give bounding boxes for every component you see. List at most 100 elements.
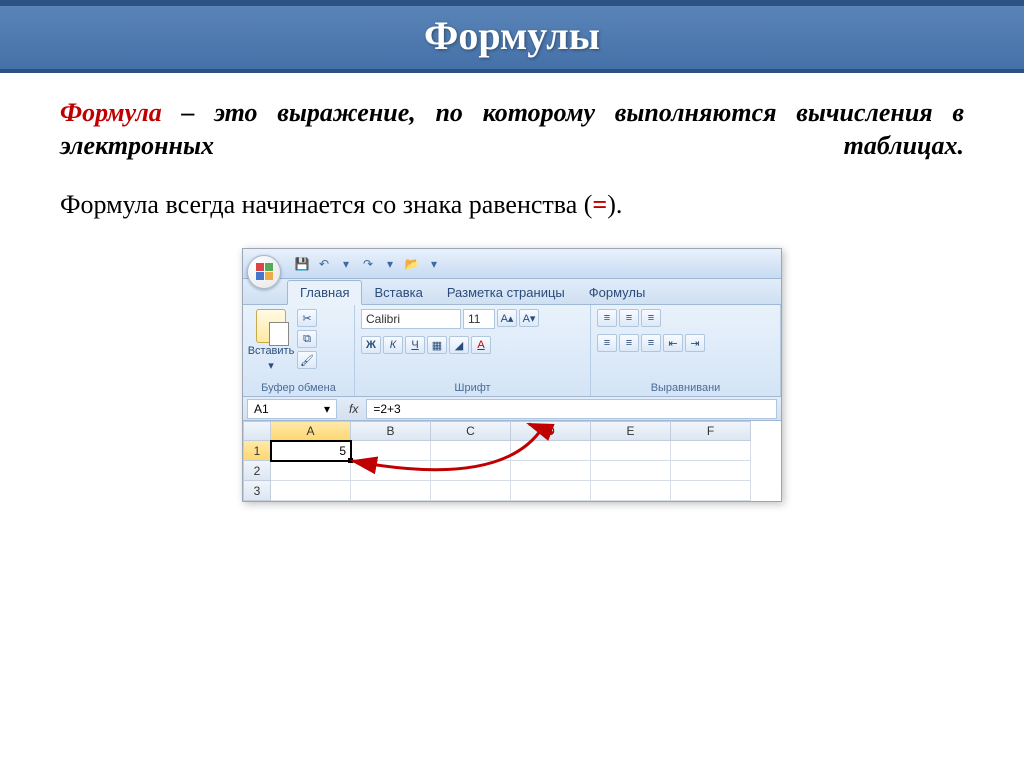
cell[interactable] <box>351 441 431 461</box>
cell[interactable] <box>271 481 351 501</box>
copy-button[interactable]: ⧉ <box>297 330 317 348</box>
undo-icon[interactable]: ↶ <box>315 255 333 273</box>
ribbon: Вставить ▾ ✂ ⧉ 🖌 Буфер обмена <box>243 305 781 397</box>
column-headers: A B C D E F <box>243 421 781 441</box>
bold-button[interactable]: Ж <box>361 336 381 354</box>
name-box-value: A1 <box>254 402 269 416</box>
row-2: 2 <box>243 461 781 481</box>
paste-label: Вставить <box>248 345 295 357</box>
office-button[interactable] <box>247 255 281 289</box>
col-header-c[interactable]: C <box>431 421 511 441</box>
cell-a1[interactable]: 5 <box>271 441 351 461</box>
scissors-icon: ✂ <box>302 312 311 325</box>
cell[interactable] <box>271 461 351 481</box>
tab-layout[interactable]: Разметка страницы <box>435 281 577 304</box>
alignment-group-label: Выравнивани <box>597 380 774 394</box>
increase-indent-button[interactable]: ⇥ <box>685 334 705 352</box>
col-header-e[interactable]: E <box>591 421 671 441</box>
tab-insert[interactable]: Вставка <box>362 281 434 304</box>
redo-dd-icon[interactable]: ▾ <box>381 255 399 273</box>
row-1: 1 5 <box>243 441 781 461</box>
font-size-box[interactable]: 11 <box>463 309 495 329</box>
row-header-2[interactable]: 2 <box>243 461 271 481</box>
font-color-button[interactable]: A <box>471 336 491 354</box>
name-box[interactable]: A1 ▾ <box>247 399 337 419</box>
col-header-a[interactable]: A <box>271 421 351 441</box>
office-logo-icon <box>256 263 273 280</box>
brush-icon: 🖌 <box>300 354 314 367</box>
chevron-down-icon: ▾ <box>268 359 274 372</box>
ribbon-tabs: Главная Вставка Разметка страницы Формул… <box>243 279 781 305</box>
align-middle-button[interactable]: ≡ <box>619 309 639 327</box>
cell[interactable] <box>431 481 511 501</box>
shrink-font-button[interactable]: A▾ <box>519 309 539 327</box>
clipboard-group-label: Буфер обмена <box>249 380 348 394</box>
cell[interactable] <box>351 461 431 481</box>
border-icon: ▦ <box>432 339 442 352</box>
quick-access-toolbar: 💾 ↶ ▾ ↷ ▾ 📂 ▾ <box>293 255 443 273</box>
chevron-down-icon: ▾ <box>324 402 330 416</box>
cell[interactable] <box>431 461 511 481</box>
qat-customize-icon[interactable]: ▾ <box>425 255 443 273</box>
tab-formulas[interactable]: Формулы <box>577 281 658 304</box>
tab-home[interactable]: Главная <box>287 280 362 305</box>
open-icon[interactable]: 📂 <box>403 255 421 273</box>
cell[interactable] <box>591 461 671 481</box>
align-top-button[interactable]: ≡ <box>597 309 617 327</box>
group-font: Calibri 11 A▴ A▾ Ж К Ч ▦ ◢ A <box>355 305 591 396</box>
col-header-d[interactable]: D <box>511 421 591 441</box>
paste-icon <box>256 309 286 343</box>
subline-after: ). <box>607 190 622 219</box>
cell[interactable] <box>511 461 591 481</box>
definition-rest: – это выражение, по которому выполняются… <box>60 98 964 160</box>
formula-bar: A1 ▾ fx =2+3 <box>243 397 781 421</box>
row-3: 3 <box>243 481 781 501</box>
borders-button[interactable]: ▦ <box>427 336 447 354</box>
excel-window: 💾 ↶ ▾ ↷ ▾ 📂 ▾ Главная Вставка Разметка с… <box>242 248 782 502</box>
cell[interactable] <box>431 441 511 461</box>
font-name-box[interactable]: Calibri <box>361 309 461 329</box>
titlebar: 💾 ↶ ▾ ↷ ▾ 📂 ▾ <box>243 249 781 279</box>
align-left-button[interactable]: ≡ <box>597 334 617 352</box>
undo-dd-icon[interactable]: ▾ <box>337 255 355 273</box>
align-right-button[interactable]: ≡ <box>641 334 661 352</box>
format-painter-button[interactable]: 🖌 <box>297 351 317 369</box>
select-all-corner[interactable] <box>243 421 271 441</box>
grow-font-button[interactable]: A▴ <box>497 309 517 327</box>
spreadsheet-grid[interactable]: A B C D E F 1 5 2 <box>243 421 781 501</box>
align-bottom-button[interactable]: ≡ <box>641 309 661 327</box>
col-header-f[interactable]: F <box>671 421 751 441</box>
paste-button[interactable]: Вставить ▾ <box>249 309 293 372</box>
slide-title: Формулы <box>0 0 1024 73</box>
group-clipboard: Вставить ▾ ✂ ⧉ 🖌 Буфер обмена <box>243 305 355 396</box>
row-header-3[interactable]: 3 <box>243 481 271 501</box>
decrease-indent-button[interactable]: ⇤ <box>663 334 683 352</box>
font-group-label: Шрифт <box>361 380 584 394</box>
save-icon[interactable]: 💾 <box>293 255 311 273</box>
cell[interactable] <box>671 481 751 501</box>
copy-icon: ⧉ <box>303 333 311 346</box>
formula-input[interactable]: =2+3 <box>366 399 777 419</box>
cell[interactable] <box>351 481 431 501</box>
cell[interactable] <box>511 441 591 461</box>
cell[interactable] <box>671 461 751 481</box>
cell[interactable] <box>591 481 671 501</box>
definition: Формула – это выражение, по которому вып… <box>60 97 964 162</box>
term: Формула <box>60 98 162 127</box>
underline-button[interactable]: Ч <box>405 336 425 354</box>
fill-color-button[interactable]: ◢ <box>449 336 469 354</box>
redo-icon[interactable]: ↷ <box>359 255 377 273</box>
subline-before: Формула всегда начинается со знака равен… <box>60 190 592 219</box>
subline: Формула всегда начинается со знака равен… <box>60 190 964 220</box>
italic-button[interactable]: К <box>383 336 403 354</box>
row-header-1[interactable]: 1 <box>243 441 271 461</box>
cell[interactable] <box>671 441 751 461</box>
fx-icon[interactable]: fx <box>349 402 358 416</box>
col-header-b[interactable]: B <box>351 421 431 441</box>
bucket-icon: ◢ <box>455 339 463 352</box>
cell[interactable] <box>511 481 591 501</box>
cut-button[interactable]: ✂ <box>297 309 317 327</box>
cell[interactable] <box>591 441 671 461</box>
equals-sign: = <box>592 190 607 219</box>
align-center-button[interactable]: ≡ <box>619 334 639 352</box>
